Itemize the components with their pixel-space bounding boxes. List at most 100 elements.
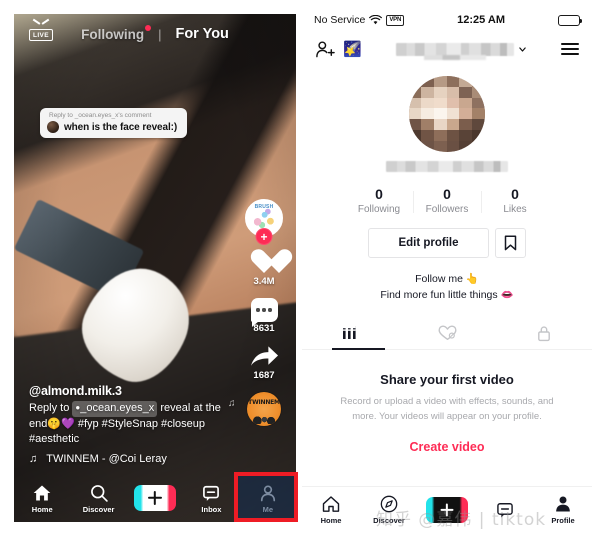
music-row[interactable]: ♫ TWINNEM - @Coi Leray xyxy=(29,453,234,465)
share-button[interactable]: 1687 xyxy=(240,345,288,381)
profile-tabbar-profile-label: Profile xyxy=(551,516,575,525)
stat-followers-label: Followers xyxy=(425,204,469,215)
share-count: 1687 xyxy=(253,370,275,381)
like-count: 3.4M xyxy=(253,276,275,287)
music-disc-label: TWINNEM xyxy=(248,399,280,406)
screenshot-root: LIVE Following | For You Reply to _ocean… xyxy=(0,0,600,540)
tabbar-item-inbox[interactable]: Inbox xyxy=(183,483,239,514)
create-plus-icon xyxy=(426,496,468,523)
profile-stats: 0 Following 0 Followers 0 Likes xyxy=(302,186,592,215)
vpn-badge: VPN xyxy=(386,14,405,26)
display-name-redacted xyxy=(386,161,508,172)
caption-reply-prefix: Reply to xyxy=(29,402,70,415)
profile-tabbar-profile[interactable]: Profile xyxy=(534,494,592,525)
tiktok-profile-screen: No Service VPN 12:25 AM 🌠 0 Following 0 … xyxy=(302,8,592,532)
caption-mention-label: _ocean.eyes_x xyxy=(80,402,155,415)
profile-tabbar-discover-label: Discover xyxy=(373,516,405,525)
empty-state-title: Share your first video xyxy=(380,371,514,387)
commenter-avatar xyxy=(47,121,59,133)
comment-button[interactable]: 8631 xyxy=(240,298,288,334)
video-caption-block: @almond.milk.3 Reply to ●_ocean.eyes_x r… xyxy=(29,384,234,465)
shooting-star-icon[interactable]: 🌠 xyxy=(343,42,362,57)
grid-icon xyxy=(342,325,356,339)
tabbar-item-home[interactable]: Home xyxy=(14,483,70,514)
action-rail: BRUSH + 3.4M 8631 1687 ♫ TWINNEM xyxy=(228,199,288,437)
carrier-label: No Service xyxy=(314,14,366,26)
empty-state-subtitle: Record or upload a video with effects, s… xyxy=(340,395,554,422)
stat-likes[interactable]: 0 Likes xyxy=(481,186,549,215)
feed-top-nav: LIVE Following | For You xyxy=(14,18,296,42)
stat-following-label: Following xyxy=(357,204,401,215)
search-icon xyxy=(90,484,108,502)
profile-avatar[interactable] xyxy=(409,76,485,152)
comment-icon xyxy=(250,298,278,327)
wifi-icon xyxy=(369,15,383,25)
tabbar-label-me: Me xyxy=(262,504,274,514)
creator-username[interactable]: @almond.milk.3 xyxy=(29,384,234,398)
content-tab-videos[interactable] xyxy=(302,318,399,349)
tabbar-label-inbox: Inbox xyxy=(201,504,222,514)
share-arrow-icon xyxy=(250,346,278,366)
music-title: TWINNEM - @Coi Leray xyxy=(46,453,167,465)
live-icon: LIVE xyxy=(29,18,53,41)
inbox-icon xyxy=(497,502,513,517)
profile-actions: Edit profile xyxy=(302,228,592,258)
profile-avatar-wrap xyxy=(302,76,592,152)
live-button[interactable]: LIVE xyxy=(28,18,54,41)
stat-followers[interactable]: 0 Followers xyxy=(413,186,481,215)
creator-avatar-label: BRUSH xyxy=(254,204,274,210)
tab-for-you-label: For You xyxy=(175,26,229,42)
comment-count: 8631 xyxy=(253,323,275,334)
like-button[interactable]: 3.4M xyxy=(240,248,288,287)
tab-following[interactable]: Following xyxy=(81,24,152,42)
content-tab-liked[interactable] xyxy=(399,318,496,349)
bookmark-icon xyxy=(504,235,517,251)
profile-bio: Follow me 👆 Find more fun little things … xyxy=(302,271,592,304)
creator-avatar-button[interactable]: BRUSH + xyxy=(240,199,288,245)
create-video-link[interactable]: Create video xyxy=(328,440,566,454)
create-plus-icon xyxy=(134,485,177,511)
tabbar-item-create[interactable] xyxy=(127,485,183,511)
profile-tabbar-discover[interactable]: Discover xyxy=(360,494,418,525)
music-note-glyph: ♫ xyxy=(29,453,38,465)
add-friend-icon[interactable] xyxy=(315,40,335,58)
reply-sticker-header: Reply to _ocean.eyes_x's comment xyxy=(49,112,152,119)
tabbar-item-me[interactable]: Me xyxy=(240,483,296,514)
profile-tabbar-home-label: Home xyxy=(320,516,342,525)
profile-tabbar-home[interactable]: Home xyxy=(302,494,360,525)
username-dropdown[interactable] xyxy=(370,42,553,56)
profile-tabbar-create[interactable] xyxy=(418,496,476,523)
heart-tag-icon xyxy=(438,325,456,341)
profile-tabbar-inbox[interactable] xyxy=(476,500,534,520)
music-disc: TWINNEM xyxy=(247,392,281,426)
profile-tabbar: Home Discover Profile xyxy=(302,486,592,532)
hamburger-menu-icon[interactable] xyxy=(561,40,579,59)
person-filled-icon xyxy=(556,496,570,512)
chevron-down-icon xyxy=(519,46,526,52)
status-bar-time: 12:25 AM xyxy=(457,14,505,26)
empty-state: Share your first video Record or upload … xyxy=(302,350,592,454)
profile-content-tabs xyxy=(302,318,592,350)
music-disc-button[interactable]: ♫ TWINNEM xyxy=(228,392,288,426)
battery-icon xyxy=(558,14,583,26)
caption-emoji-1: 🤫 xyxy=(47,417,62,430)
caption-mention-chip[interactable]: ●_ocean.eyes_x xyxy=(72,401,158,417)
home-icon xyxy=(322,496,340,512)
tab-for-you[interactable]: For You xyxy=(175,26,228,42)
person-icon xyxy=(260,485,275,501)
bookmark-button[interactable] xyxy=(495,228,526,258)
heart-icon xyxy=(249,248,279,275)
caption-emoji-2: 💜 xyxy=(61,417,75,430)
content-tab-private[interactable] xyxy=(495,318,592,349)
live-label: LIVE xyxy=(32,32,50,39)
reply-sticker[interactable]: Reply to _ocean.eyes_x's comment when is… xyxy=(40,108,188,138)
active-tab-underline xyxy=(332,347,385,350)
reply-sticker-text: when is the face reveal:) xyxy=(64,121,178,133)
edit-profile-button[interactable]: Edit profile xyxy=(368,228,489,258)
tabbar-item-discover[interactable]: Discover xyxy=(70,483,126,514)
stat-following[interactable]: 0 Following xyxy=(345,186,413,215)
following-notification-dot xyxy=(145,24,152,31)
profile-header: 🌠 xyxy=(302,32,592,66)
follow-button[interactable]: + xyxy=(255,228,273,245)
tabbar-label-discover: Discover xyxy=(82,504,115,514)
